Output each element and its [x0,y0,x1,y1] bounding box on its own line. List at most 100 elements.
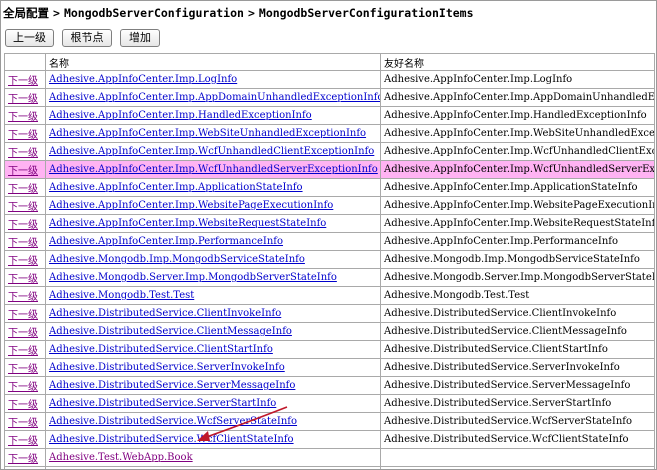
name-cell: Adhesive.DistributedService.ClientMessag… [45,322,381,341]
item-name-link[interactable]: Adhesive.Mongodb.Test.Test [49,290,194,301]
name-cell: Adhesive.Mongodb.Imp.MongodbServiceState… [45,250,381,269]
next-level-link[interactable]: 下一级 [8,382,38,393]
friendly-name-cell: Adhesive.AppInfoCenter.Imp.HandledExcept… [380,106,655,125]
item-name-link[interactable]: Adhesive.Test.WebApp.Book [49,452,193,463]
friendly-name-cell: Adhesive.AppInfoCenter.Imp.WebsiteReques… [380,214,655,233]
next-level-cell: 下一级 [4,250,46,269]
chevron-right-icon: > [247,6,255,20]
name-cell: Adhesive.Mongodb.Test.Test [45,286,381,305]
item-name-link[interactable]: Adhesive.AppInfoCenter.Imp.WcfUnhandledC… [49,146,374,157]
breadcrumb: 全局配置 > MongodbServerConfiguration > Mong… [3,5,474,21]
next-level-link[interactable]: 下一级 [8,256,38,267]
breadcrumb-current: MongodbServerConfigurationItems [258,6,474,20]
next-level-link[interactable]: 下一级 [8,310,38,321]
friendly-name-cell: Adhesive.Mongodb.Imp.MongodbServiceState… [380,250,655,269]
next-level-link[interactable]: 下一级 [8,292,38,303]
next-level-cell: 下一级 [4,340,46,359]
item-name-link[interactable]: Adhesive.AppInfoCenter.Imp.PerformanceIn… [49,236,283,247]
table-row: 下一级 Adhesive.AppInfoCenter.Imp.WcfUnhandl… [4,160,655,179]
next-level-link[interactable]: 下一级 [8,364,38,375]
next-level-link[interactable]: 下一级 [8,148,38,159]
friendly-name-cell: Adhesive.AppInfoCenter.Imp.WcfUnhandledC… [380,142,655,161]
item-name-link[interactable]: Adhesive.Mongodb.Imp.MongodbServiceState… [49,254,305,265]
item-name-link[interactable]: Adhesive.AppInfoCenter.Imp.HandledExcept… [49,110,312,121]
next-level-link[interactable]: 下一级 [8,220,38,231]
table-row: 下一级 Adhesive.DistributedService.ClientInv… [4,304,655,323]
next-level-link[interactable]: 下一级 [8,202,38,213]
name-cell: Adhesive.DistributedService.ServerInvoke… [45,358,381,377]
item-name-link[interactable]: Adhesive.DistributedService.ClientMessag… [49,326,292,337]
next-level-link[interactable]: 下一级 [8,94,38,105]
item-name-link[interactable]: Adhesive.DistributedService.ClientInvoke… [49,308,281,319]
table-row: 下一级 Adhesive.DistributedService.ServerSta… [4,394,655,413]
up-level-button[interactable]: 上一级 [5,29,54,47]
item-name-link[interactable]: Adhesive.AppInfoCenter.Imp.LogInfo [49,74,237,85]
next-level-link[interactable]: 下一级 [8,418,38,429]
item-name-link[interactable]: Adhesive.AppInfoCenter.Imp.AppDomainUnha… [49,92,380,103]
next-level-link[interactable]: 下一级 [8,328,38,339]
next-level-link[interactable]: 下一级 [8,436,38,447]
name-cell: Adhesive.Test.WebApp.TestState [45,466,381,469]
root-node-button[interactable]: 根节点 [62,29,112,47]
item-name-link[interactable]: Adhesive.AppInfoCenter.Imp.WebSiteUnhand… [49,128,366,139]
item-name-link[interactable]: Adhesive.DistributedService.ServerInvoke… [49,362,285,373]
next-level-link[interactable]: 下一级 [8,130,38,141]
item-name-link[interactable]: Adhesive.Mongodb.Server.Imp.MongodbServe… [49,272,337,283]
next-level-link[interactable]: 下一级 [8,400,38,411]
item-name-link[interactable]: Adhesive.AppInfoCenter.Imp.WebsitePageEx… [49,200,333,211]
name-cell: Adhesive.AppInfoCenter.Imp.WebsiteReques… [45,214,381,233]
next-level-cell: 下一级 [4,106,46,125]
breadcrumb-root[interactable]: 全局配置 [3,5,49,21]
table-row: 下一级 Adhesive.AppInfoCenter.Imp.WebsitePag… [4,196,655,215]
item-name-link[interactable]: Adhesive.DistributedService.WcfServerSta… [49,416,297,427]
item-name-link[interactable]: Adhesive.DistributedService.ClientStartI… [49,344,273,355]
add-button[interactable]: 增加 [120,29,160,47]
next-level-cell: 下一级 [4,196,46,215]
item-name-link[interactable]: Adhesive.AppInfoCenter.Imp.WcfUnhandledS… [49,164,378,175]
next-level-link[interactable]: 下一级 [8,184,38,195]
next-level-link[interactable]: 下一级 [8,238,38,249]
next-level-cell: 下一级 [4,304,46,323]
name-cell: Adhesive.AppInfoCenter.Imp.LogInfo [45,70,381,89]
name-cell: Adhesive.DistributedService.WcfServerSta… [45,412,381,431]
next-level-link[interactable]: 下一级 [8,76,38,87]
item-name-link[interactable]: Adhesive.DistributedService.ServerStartI… [49,398,276,409]
next-level-link[interactable]: 下一级 [8,274,38,285]
chevron-right-icon: > [53,6,60,20]
breadcrumb-level-1[interactable]: MongodbServerConfiguration [64,6,244,20]
name-cell: Adhesive.DistributedService.ClientInvoke… [45,304,381,323]
next-level-cell: 下一级 [4,322,46,341]
next-level-cell: 下一级 [4,88,46,107]
name-cell: Adhesive.Test.WebApp.Book [45,448,381,467]
name-cell: Adhesive.AppInfoCenter.Imp.WebsitePageEx… [45,196,381,215]
next-level-cell: 下一级 [4,394,46,413]
next-level-link[interactable]: 下一级 [8,166,38,177]
friendly-name-cell: Adhesive.DistributedService.ClientInvoke… [380,304,655,323]
next-level-link[interactable]: 下一级 [8,454,38,465]
name-cell: Adhesive.AppInfoCenter.Imp.WebSiteUnhand… [45,124,381,143]
name-cell: Adhesive.AppInfoCenter.Imp.HandledExcept… [45,106,381,125]
friendly-name-cell: Adhesive.DistributedService.ClientStartI… [380,340,655,359]
item-name-link[interactable]: Adhesive.AppInfoCenter.Imp.WebsiteReques… [49,218,326,229]
next-level-cell: 下一级 [4,178,46,197]
item-name-link[interactable]: Adhesive.DistributedService.WcfClientSta… [49,434,294,445]
next-level-cell: 下一级 [4,160,46,179]
next-level-cell: 下一级 [4,214,46,233]
table-row: 下一级 Adhesive.DistributedService.WcfServer… [4,412,655,431]
config-items-table: 名称 友好名称 下一级 Adhesive.AppInfoCenter.Imp.Lo… [4,53,655,469]
friendly-name-cell: Adhesive.AppInfoCenter.Imp.ApplicationSt… [380,178,655,197]
next-level-cell: 下一级 [4,412,46,431]
name-cell: Adhesive.DistributedService.ServerMessag… [45,376,381,395]
next-level-link[interactable]: 下一级 [8,346,38,357]
item-name-link[interactable]: Adhesive.AppInfoCenter.Imp.ApplicationSt… [49,182,303,193]
next-level-cell: 下一级 [4,448,46,467]
name-cell: Adhesive.AppInfoCenter.Imp.WcfUnhandledC… [45,142,381,161]
next-level-cell: 下一级 [4,376,46,395]
column-header-name: 名称 [45,53,381,71]
next-level-cell: 下一级 [4,124,46,143]
table-row: 下一级 Adhesive.DistributedService.ServerInv… [4,358,655,377]
table-row: 下一级 Adhesive.AppInfoCenter.Imp.WebsiteReq… [4,214,655,233]
item-name-link[interactable]: Adhesive.DistributedService.ServerMessag… [49,380,295,391]
next-level-link[interactable]: 下一级 [8,112,38,123]
friendly-name-cell [380,448,655,467]
